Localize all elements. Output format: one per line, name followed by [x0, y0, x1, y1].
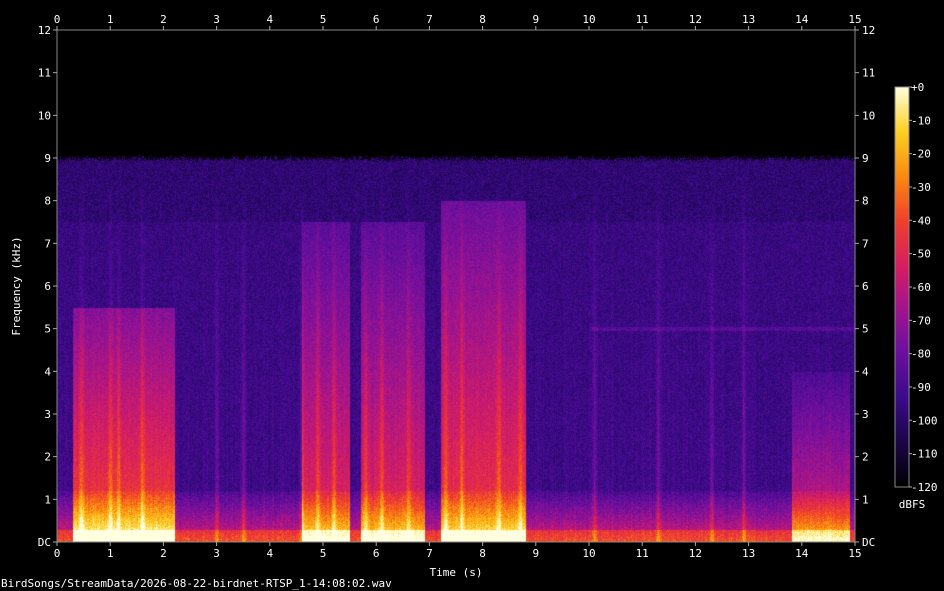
- y-tick-label-right: 4: [862, 365, 869, 378]
- colorbar-tick-label: -20: [911, 148, 931, 161]
- colorbar-tick-label: -40: [911, 214, 931, 227]
- colorbar-tick-label: -70: [911, 314, 931, 327]
- colorbar-tick-label: -80: [911, 348, 931, 361]
- x-tick-label-top: 12: [689, 13, 702, 26]
- x-tick-label-bottom: 10: [582, 547, 595, 560]
- x-tick-label-bottom: 2: [160, 547, 167, 560]
- y-tick-label-right: 1: [862, 493, 869, 506]
- colorbar-tick-label: -100: [911, 414, 938, 427]
- y-tick-label-right: 10: [862, 109, 875, 122]
- y-tick-label-right: 12: [862, 24, 875, 37]
- x-tick-label-bottom: 6: [373, 547, 380, 560]
- y-tick-label-right: 2: [862, 451, 869, 464]
- colorbar-tick-label: -60: [911, 281, 931, 294]
- x-tick-label-bottom: 5: [320, 547, 327, 560]
- y-tick-label-left: 12: [38, 24, 51, 37]
- x-tick-label-top: 9: [532, 13, 539, 26]
- x-tick-label-top: 14: [795, 13, 809, 26]
- x-tick-label-bottom: 1: [107, 547, 114, 560]
- x-tick-label-bottom: 12: [689, 547, 702, 560]
- x-axis-label: Time (s): [430, 566, 483, 579]
- colorbar-tick-label: -120: [911, 481, 938, 494]
- x-tick-label-bottom: 13: [742, 547, 755, 560]
- colorbar-tick-label: -90: [911, 381, 931, 394]
- y-axis-label: Frequency (kHz): [10, 236, 23, 335]
- x-tick-label-bottom: 3: [213, 547, 220, 560]
- y-tick-label-right: DC: [862, 536, 875, 549]
- y-tick-label-left: 7: [44, 237, 51, 250]
- x-tick-label-top: 5: [320, 13, 327, 26]
- x-tick-label-bottom: 4: [266, 547, 273, 560]
- x-tick-label-top: 4: [266, 13, 273, 26]
- source-filename: BirdSongs/StreamData/2026-08-22-birdnet-…: [1, 577, 392, 590]
- spectrogram-figure: 0 1 2 3 4 5 6 7 8 9 10 11 12 13 14 15 0 1 2 3 4 5 6 7 8 9 10 11 12 1…: [0, 0, 944, 591]
- y-tick-label-left: 8: [44, 195, 51, 208]
- y-tick-label-left: 11: [38, 67, 51, 80]
- x-tick-label-top: 8: [479, 13, 486, 26]
- x-tick-label-bottom: 15: [848, 547, 861, 560]
- colorbar: [894, 86, 910, 488]
- y-tick-label-left: DC: [38, 536, 51, 549]
- y-tick-label-left: 4: [44, 365, 51, 378]
- y-tick-label-left: 6: [44, 280, 51, 293]
- colorbar-tick-label: -50: [911, 248, 931, 261]
- x-tick-label-top: 6: [373, 13, 380, 26]
- y-tick-label-left: 3: [44, 408, 51, 421]
- x-tick-label-top: 11: [636, 13, 649, 26]
- x-tick-label-top: 2: [160, 13, 167, 26]
- y-tick-label-right: 9: [862, 152, 869, 165]
- y-tick-label-right: 8: [862, 195, 869, 208]
- x-tick-label-bottom: 0: [54, 547, 61, 560]
- x-tick-label-top: 0: [54, 13, 61, 26]
- x-tick-label-bottom: 9: [532, 547, 539, 560]
- colorbar-tick-label: +0: [911, 81, 924, 94]
- x-tick-label-top: 7: [426, 13, 433, 26]
- y-tick-label-left: 9: [44, 152, 51, 165]
- y-tick-label-left: 2: [44, 451, 51, 464]
- colorbar-tick-label: -10: [911, 114, 931, 127]
- x-tick-label-bottom: 14: [795, 547, 809, 560]
- colorbar-label: dBFS: [899, 498, 926, 511]
- x-tick-label-bottom: 8: [479, 547, 486, 560]
- colorbar-tick-label: -30: [911, 181, 931, 194]
- y-tick-label-right: 7: [862, 237, 869, 250]
- x-tick-label-bottom: 11: [636, 547, 649, 560]
- x-tick-label-top: 15: [848, 13, 861, 26]
- y-tick-label-right: 5: [862, 323, 869, 336]
- x-tick-label-top: 3: [213, 13, 220, 26]
- x-tick-label-top: 13: [742, 13, 755, 26]
- y-tick-label-left: 5: [44, 323, 51, 336]
- y-tick-label-left: 1: [44, 493, 51, 506]
- x-tick-label-bottom: 7: [426, 547, 433, 560]
- y-tick-label-right: 11: [862, 67, 875, 80]
- colorbar-tick-label: -110: [911, 448, 938, 461]
- x-tick-label-top: 10: [582, 13, 595, 26]
- spectrogram-plot-area: [57, 30, 855, 542]
- x-tick-label-top: 1: [107, 13, 114, 26]
- y-tick-label-right: 6: [862, 280, 869, 293]
- y-tick-label-left: 10: [38, 109, 51, 122]
- y-tick-label-right: 3: [862, 408, 869, 421]
